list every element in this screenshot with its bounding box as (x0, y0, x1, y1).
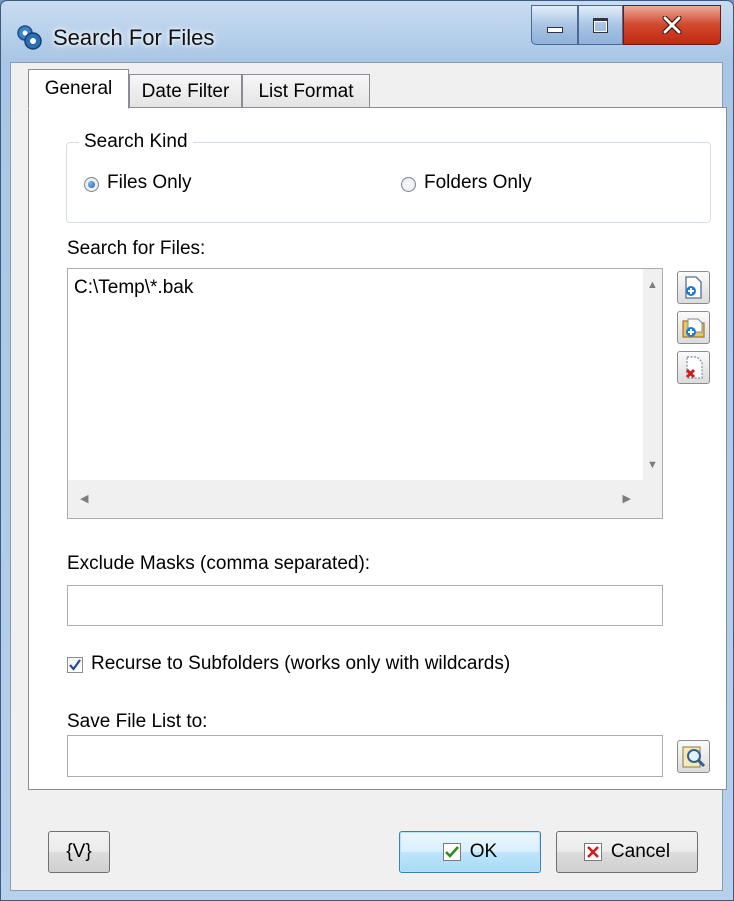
add-folder-icon (682, 318, 705, 338)
tab-date-filter-label: Date Filter (141, 80, 230, 102)
dialog-window: Search For Files General Date Filter Lis… (0, 0, 734, 901)
tab-general-label: General (44, 78, 113, 99)
scroll-corner (643, 480, 662, 518)
browse-magnifier-icon (682, 746, 706, 768)
maximize-button[interactable] (578, 5, 623, 45)
files-only-radio[interactable] (84, 177, 99, 192)
add-folder-button[interactable] (677, 311, 710, 344)
delete-item-button[interactable] (677, 351, 710, 384)
cancel-button[interactable]: Cancel (556, 831, 698, 873)
save-file-list-label: Save File List to: (67, 711, 208, 732)
add-file-icon (685, 276, 702, 299)
ok-button-label: OK (469, 841, 498, 862)
search-kind-group: Search Kind Files Only Folders Only (66, 131, 711, 223)
search-files-gears-icon (17, 25, 42, 50)
maximize-icon (593, 17, 608, 33)
scroll-left-icon[interactable]: ◀ (80, 492, 88, 505)
window-title: Search For Files (53, 25, 215, 50)
dialog-client: General Date Filter List Format Search K… (10, 62, 727, 891)
folders-only-label[interactable]: Folders Only (424, 172, 532, 194)
minimize-button[interactable] (531, 5, 578, 45)
tab-date-filter[interactable]: Date Filter (129, 74, 242, 108)
cancel-x-icon (583, 843, 602, 861)
tab-general[interactable]: General (28, 69, 129, 109)
recurse-label[interactable]: Recurse to Subfolders (works only with w… (91, 653, 510, 675)
save-file-list-input[interactable] (67, 735, 663, 777)
vertical-scrollbar[interactable]: ▲ ▼ (643, 269, 662, 481)
tab-list-format[interactable]: List Format (242, 74, 370, 108)
search-kind-label: Search Kind (79, 131, 193, 153)
ok-button[interactable]: OK (399, 831, 541, 873)
search-files-list[interactable]: C:\Temp\*.bak ▲ ▼ ◀ ▶ (67, 268, 663, 519)
recurse-checkbox[interactable] (67, 657, 83, 673)
exclude-masks-input[interactable] (67, 585, 663, 626)
horizontal-scrollbar[interactable]: ◀ ▶ (68, 480, 643, 518)
general-tab-page: Search Kind Files Only Folders Only Sear… (28, 107, 727, 790)
exclude-masks-label: Exclude Masks (comma separated): (67, 553, 371, 574)
delete-item-icon (685, 356, 703, 379)
close-icon (662, 16, 682, 34)
tab-list-format-label: List Format (258, 80, 354, 102)
variables-button[interactable]: {V} (48, 831, 110, 873)
checkmark-icon (69, 659, 81, 671)
add-file-button[interactable] (677, 271, 710, 304)
search-for-files-label: Search for Files: (67, 238, 206, 259)
close-button[interactable] (623, 5, 721, 45)
browse-button[interactable] (677, 740, 710, 773)
scroll-right-icon[interactable]: ▶ (623, 492, 631, 505)
folders-only-radio[interactable] (401, 177, 416, 192)
scroll-up-icon[interactable]: ▲ (647, 279, 658, 291)
minimize-icon (546, 27, 563, 33)
variables-button-label: {V} (66, 841, 92, 862)
cancel-button-label: Cancel (610, 841, 671, 862)
list-item[interactable]: C:\Temp\*.bak (74, 277, 193, 299)
ok-check-icon (442, 843, 461, 861)
scroll-down-icon[interactable]: ▼ (647, 459, 658, 471)
files-only-label[interactable]: Files Only (107, 172, 191, 194)
title-bar[interactable]: Search For Files (1, 1, 733, 55)
